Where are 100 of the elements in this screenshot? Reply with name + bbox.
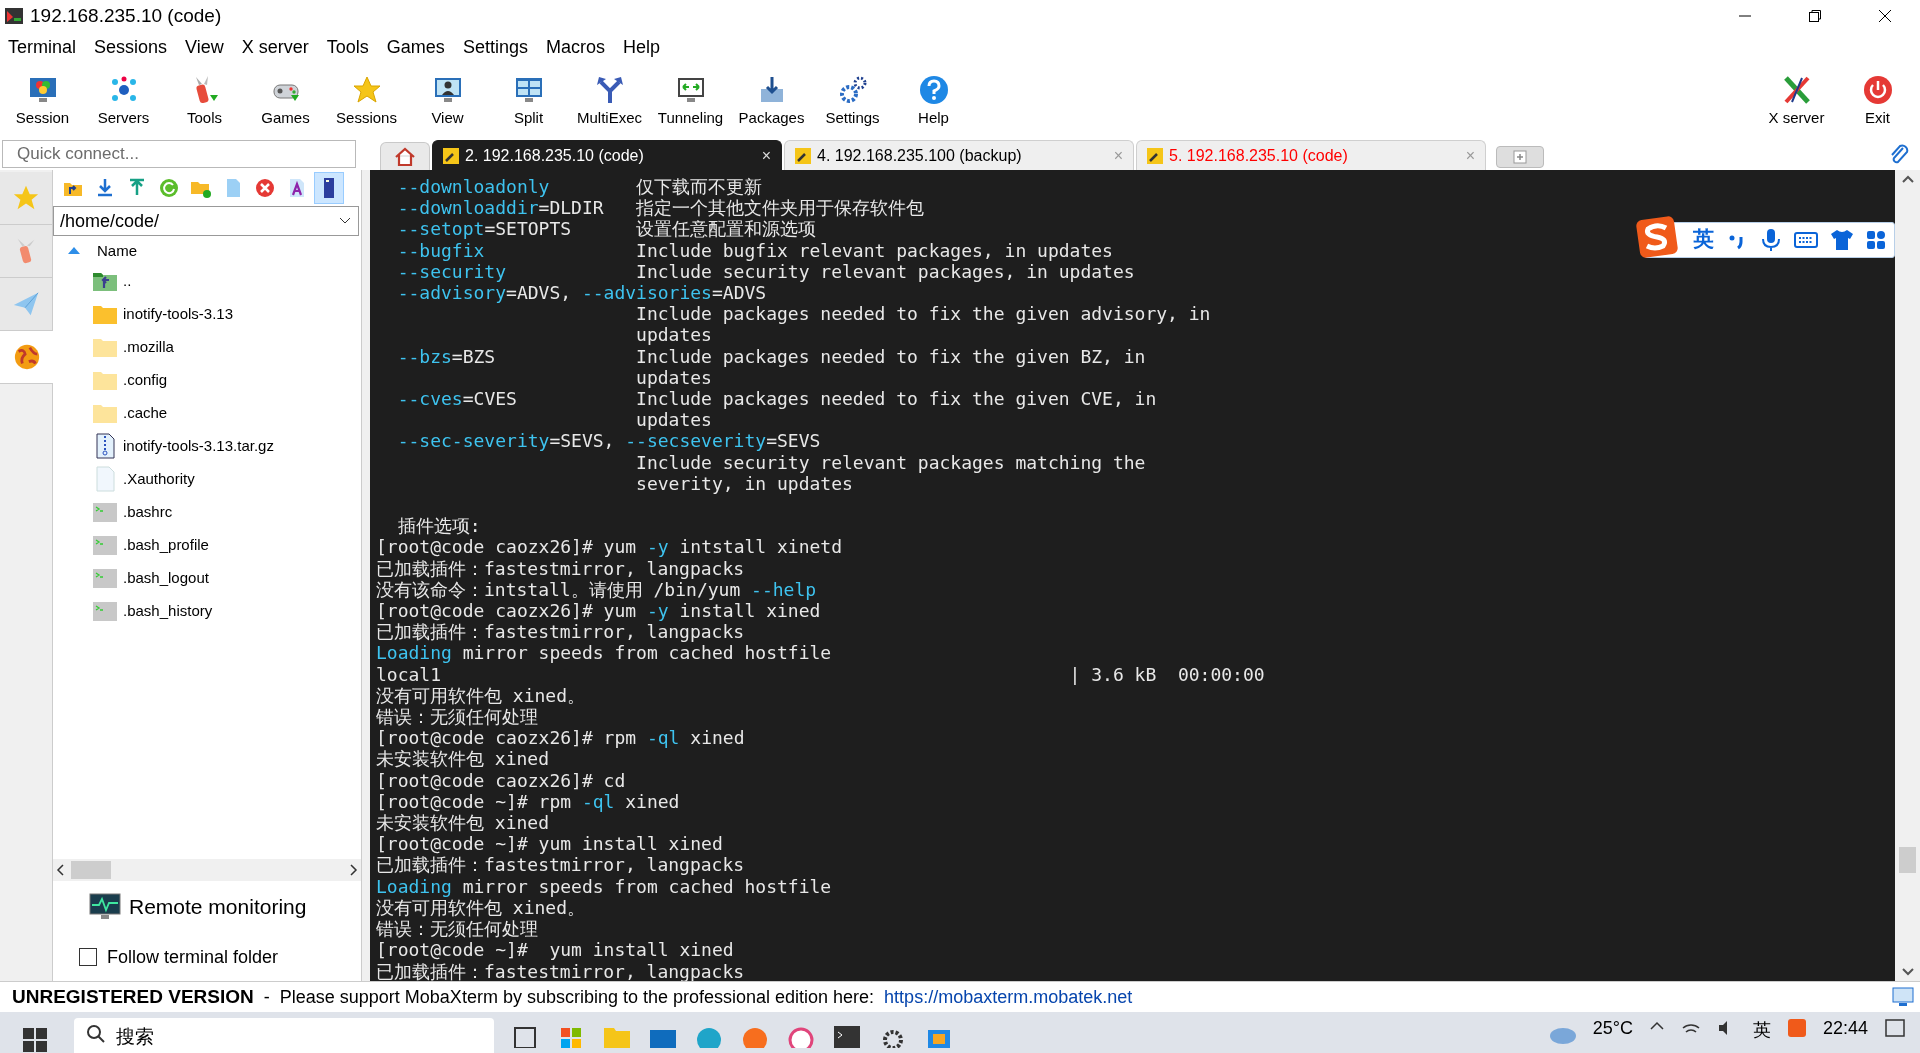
menu-item[interactable]: Games xyxy=(382,34,455,60)
microphone-icon[interactable] xyxy=(1760,228,1782,252)
terminal-line: 没有可用软件包 xined。 xyxy=(376,896,586,919)
website-link[interactable]: https://mobaxterm.mobatek.net xyxy=(884,986,1133,1008)
toolbar-button[interactable]: Tunneling xyxy=(650,66,731,134)
ime-logo-icon[interactable] xyxy=(1635,215,1679,259)
toolbar-button[interactable]: Exit xyxy=(1837,66,1918,134)
file-name[interactable]: .bashrc xyxy=(123,503,173,520)
terminal-line: Include security relevant packages matching the xyxy=(635,451,1146,473)
file-name[interactable]: .bash_logout xyxy=(123,569,209,586)
file-name[interactable]: .. xyxy=(123,272,132,289)
menu-item[interactable]: Tools xyxy=(322,34,379,60)
terminal-line: --security Include security relevant packages, in updates xyxy=(396,260,1135,282)
home-tab[interactable] xyxy=(380,142,430,170)
terminal-line: 错误：无须任何处理 xyxy=(376,706,538,728)
toolbar-button[interactable]: X server xyxy=(1756,66,1837,134)
terminal-line: severity, in updates xyxy=(635,472,853,495)
chevron-down-icon xyxy=(338,216,352,226)
notification-icon[interactable] xyxy=(1884,1018,1906,1038)
clock-time[interactable]: 22:44 xyxy=(1822,1018,1868,1039)
search-icon xyxy=(86,1024,106,1044)
shirt-icon[interactable] xyxy=(1830,229,1854,251)
terminal-line: updates xyxy=(635,324,712,346)
star-icon xyxy=(351,74,382,105)
checkbox[interactable] xyxy=(79,948,97,966)
restore-icon xyxy=(1808,9,1822,23)
terminal-panel[interactable] xyxy=(370,170,1895,981)
help-icon xyxy=(918,74,949,105)
x-logo-icon xyxy=(1781,74,1812,105)
terminal-line: 错误：无须任何处理 xyxy=(376,918,538,940)
menu-item[interactable]: Sessions xyxy=(90,34,178,60)
session-tab[interactable]: 4. 192.168.235.100 (backup) × xyxy=(784,140,1134,170)
terminal-line: 已加载插件：fastestmirror, langpacks xyxy=(376,621,745,643)
file-name[interactable]: inotify-tools-3.13 xyxy=(123,305,234,322)
toolbar-button[interactable]: Games xyxy=(245,66,326,134)
terminal-line: 插件选项: xyxy=(396,515,481,537)
file-name[interactable]: .Xauthority xyxy=(123,470,195,487)
house-icon xyxy=(394,146,416,167)
remote-monitoring-button[interactable]: Remote monitoring xyxy=(53,881,361,933)
file-name[interactable]: .mozilla xyxy=(123,338,174,355)
grid-icon[interactable] xyxy=(1866,230,1886,250)
terminal-line: Loading mirror speeds from cached hostfile xyxy=(376,875,832,897)
terminal-line: --downloadonly 仅下载而不更新 xyxy=(396,176,763,198)
terminal-line: [root@code caozx26]# yum -y intstall xinetd xyxy=(376,536,842,558)
file-name[interactable]: .bash_history xyxy=(123,602,213,619)
menu-item[interactable]: Macros xyxy=(541,34,615,60)
quick-connect-field[interactable]: Quick connect... xyxy=(2,140,356,168)
toolbar-button[interactable]: Packages xyxy=(731,66,812,134)
terminal-line: updates xyxy=(635,409,712,431)
toolbar-button[interactable]: Tools xyxy=(164,66,245,134)
toolbar-button[interactable]: View xyxy=(407,66,488,134)
menu-item[interactable]: View xyxy=(181,34,234,60)
cloud-icon xyxy=(1548,1028,1577,1044)
keyboard-icon[interactable] xyxy=(1794,230,1818,250)
menu-item[interactable]: X server xyxy=(237,34,319,60)
scrollbar-thumb[interactable] xyxy=(71,861,111,879)
terminal-line: 已加载插件：fastestmirror, langpacks xyxy=(376,960,745,981)
terminal-line: --bugfix Include bugfix relevant packages, in updates xyxy=(396,239,1113,261)
weather-text[interactable]: 25°C xyxy=(1592,1018,1633,1039)
toolbar-button[interactable]: Settings xyxy=(812,66,893,134)
terminal-line: --advisory=ADVS, --advisories=ADVS xyxy=(396,282,767,304)
toolbar-button[interactable]: Session xyxy=(2,66,83,134)
status-message: Please support MobaXterm by subscribing to the professional edition here: xyxy=(279,986,875,1008)
monitor-icon[interactable] xyxy=(1892,987,1914,1007)
file-name[interactable]: .config xyxy=(123,371,168,388)
taskbar-search-field[interactable]: 搜索 xyxy=(74,1018,494,1053)
power-icon xyxy=(1862,74,1893,105)
toolbar-button[interactable]: MultiExec xyxy=(569,66,650,134)
toolbar-button[interactable]: Servers xyxy=(83,66,164,134)
terminal-line: Include packages needed to fix the given advisory, in xyxy=(635,303,1211,325)
session-tab[interactable]: 2. 192.168.235.10 (code) × xyxy=(432,140,782,170)
terminal-file-icon xyxy=(92,533,118,556)
sidebar-tab[interactable] xyxy=(0,331,53,384)
window-title: 192.168.235.10 (code) xyxy=(30,5,223,27)
vertical-scrollbar[interactable] xyxy=(1895,170,1920,981)
horizontal-scrollbar[interactable] xyxy=(53,859,361,881)
terminal-line: --sec-severity=SEVS, --secseverity=SEVS xyxy=(396,430,821,452)
scrollbar-thumb[interactable] xyxy=(1899,847,1916,873)
terminal-file-icon xyxy=(92,566,118,589)
close-icon xyxy=(1878,9,1892,23)
toolbar-button[interactable]: Help xyxy=(893,66,974,134)
file-name[interactable]: .bash_profile xyxy=(123,536,209,553)
toolbar-button[interactable]: Sessions xyxy=(326,66,407,134)
column-header[interactable]: Name xyxy=(97,241,137,259)
toolbar-button[interactable]: Split xyxy=(488,66,569,134)
file-name[interactable]: .cache xyxy=(123,404,168,421)
terminal-line: 没有该命令：intstall。请使用 /bin/yum --help xyxy=(376,578,817,601)
menu-item[interactable]: Help xyxy=(618,34,670,60)
menu-item[interactable]: Terminal xyxy=(4,34,87,60)
paperclip-icon[interactable] xyxy=(1888,144,1910,166)
tab-close-button[interactable]: × xyxy=(761,146,771,165)
terminal-line: [root@code caozx26]# rpm -ql xined xyxy=(376,727,745,749)
paper-plane-icon xyxy=(12,290,40,318)
file-name[interactable]: inotify-tools-3.13.tar.gz xyxy=(123,437,274,454)
fork-icon xyxy=(594,74,625,105)
input-language-indicator[interactable]: 英 xyxy=(1752,1018,1771,1042)
input-mode-toggle[interactable]: 英 xyxy=(1693,229,1714,251)
panel-button[interactable] xyxy=(315,173,343,203)
menu-item[interactable]: Settings xyxy=(458,34,538,60)
path-dropdown[interactable]: /home/code/ xyxy=(53,206,359,236)
